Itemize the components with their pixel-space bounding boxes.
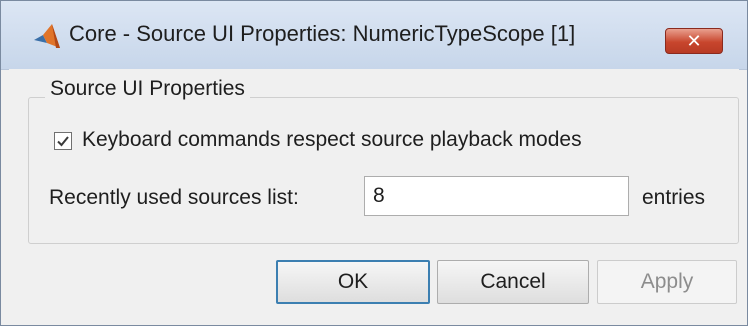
recent-sources-input[interactable]: [364, 176, 629, 216]
recent-sources-label: Recently used sources list:: [49, 186, 299, 209]
title-bar[interactable]: Core - Source UI Properties: NumericType…: [1, 1, 747, 70]
source-ui-properties-group: [28, 97, 739, 244]
close-button[interactable]: ✕: [665, 28, 723, 54]
apply-button[interactable]: Apply: [597, 260, 737, 304]
entries-label: entries: [642, 186, 706, 209]
dialog-content: Source UI Properties Keyboard commands r…: [9, 69, 739, 319]
close-icon: ✕: [686, 31, 702, 51]
dialog-window: Core - Source UI Properties: NumericType…: [0, 0, 748, 326]
checkmark-icon: [57, 136, 69, 147]
matlab-icon: [34, 24, 60, 48]
keyboard-commands-checkbox[interactable]: [54, 132, 72, 150]
keyboard-commands-label[interactable]: Keyboard commands respect source playbac…: [82, 128, 582, 152]
ok-button[interactable]: OK: [276, 260, 430, 304]
group-title: Source UI Properties: [45, 77, 250, 101]
window-title: Core - Source UI Properties: NumericType…: [69, 21, 576, 46]
cancel-button[interactable]: Cancel: [437, 260, 589, 304]
